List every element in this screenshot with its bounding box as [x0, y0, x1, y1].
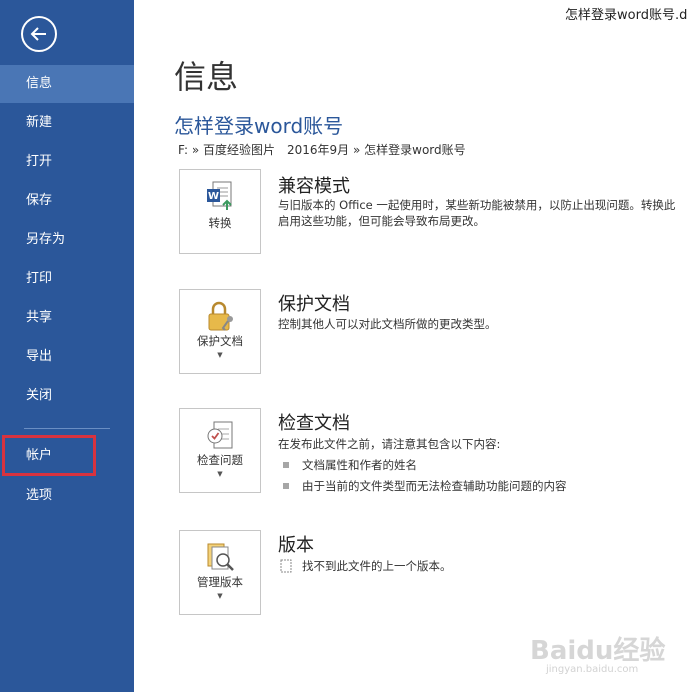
- svg-text:W: W: [208, 191, 219, 202]
- inspect-item: 由于当前的文件类型而无法检查辅助功能问题的内容: [302, 479, 567, 493]
- page-title: 信息: [174, 58, 239, 96]
- compat-mode-title: 兼容模式: [278, 176, 350, 197]
- inspect-document-title: 检查文档: [278, 413, 350, 434]
- bullet-square-icon: [283, 483, 289, 489]
- manage-versions-button[interactable]: 管理版本 ▼: [179, 530, 261, 615]
- nav-open[interactable]: 打开: [0, 143, 134, 181]
- bullet-square-icon: [283, 462, 289, 468]
- check-issues-button[interactable]: 检查问题 ▼: [179, 408, 261, 493]
- document-path: F: » 百度经验图片 2016年9月 » 怎样登录word账号: [178, 143, 466, 157]
- backstage-view: 信息 新建 打开 保存 另存为 打印 共享 导出 关闭 帐户 选项 怎样登录wo…: [0, 0, 688, 692]
- nav-export[interactable]: 导出: [0, 338, 134, 376]
- manage-versions-label: 管理版本: [197, 575, 243, 589]
- nav-print[interactable]: 打印: [0, 260, 134, 298]
- compat-desc-line1: 与旧版本的 Office 一起使用时，某些新功能被禁用，以防止出现问题。转换此: [278, 198, 676, 212]
- versions-desc: 找不到此文件的上一个版本。: [302, 559, 452, 573]
- nav-new[interactable]: 新建: [0, 104, 134, 142]
- back-button[interactable]: [21, 16, 57, 52]
- nav-share[interactable]: 共享: [0, 299, 134, 337]
- protect-document-button[interactable]: 保护文档 ▼: [179, 289, 261, 374]
- convert-doc-icon: W: [207, 181, 232, 210]
- nav-divider: [24, 428, 110, 429]
- account-highlight-box: [2, 435, 96, 476]
- chevron-down-icon: ▼: [217, 351, 223, 359]
- arrow-left-icon: [30, 27, 46, 41]
- baidu-watermark-url: jingyan.baidu.com: [546, 664, 639, 675]
- nav-close[interactable]: 关闭: [0, 377, 134, 415]
- inspect-item: 文档属性和作者的姓名: [302, 458, 417, 472]
- convert-label: 转换: [208, 216, 232, 230]
- document-filename: 怎样登录word账号.doc: [565, 8, 688, 23]
- inspect-document-icon: [207, 421, 233, 449]
- inspect-document-desc: 在发布此文件之前，请注意其包含以下内容:: [278, 437, 501, 451]
- nav-save[interactable]: 保存: [0, 182, 134, 220]
- backstage-sidebar: 信息 新建 打开 保存 另存为 打印 共享 导出 关闭 帐户 选项: [0, 0, 134, 692]
- chevron-down-icon: ▼: [217, 470, 223, 478]
- nav-options[interactable]: 选项: [0, 477, 134, 515]
- chevron-down-icon: ▼: [217, 592, 223, 600]
- manage-versions-icon: [207, 543, 234, 571]
- nav-info[interactable]: 信息: [0, 65, 134, 103]
- document-outline-icon: [280, 559, 292, 573]
- protect-document-label: 保护文档: [197, 334, 243, 348]
- protect-document-title: 保护文档: [278, 294, 350, 315]
- protect-document-desc: 控制其他人可以对此文档所做的更改类型。: [278, 317, 497, 331]
- versions-title: 版本: [278, 535, 314, 556]
- check-issues-label: 检查问题: [197, 453, 243, 467]
- nav-save-as[interactable]: 另存为: [0, 221, 134, 259]
- convert-button[interactable]: W 转换: [179, 169, 261, 254]
- document-title: 怎样登录word账号: [174, 114, 344, 138]
- baidu-watermark: Baidu经验: [530, 636, 666, 666]
- lock-key-icon: [208, 301, 233, 331]
- compat-desc-line2: 启用这些功能，但可能会导致布局更改。: [278, 214, 485, 228]
